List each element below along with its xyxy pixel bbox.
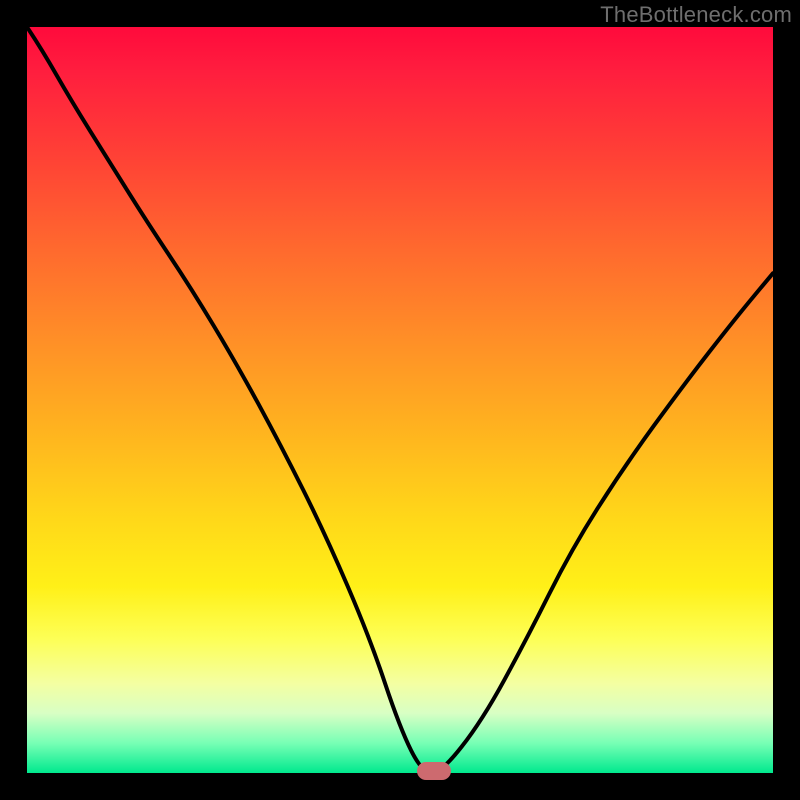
watermark-text: TheBottleneck.com: [600, 2, 792, 28]
chart-frame: TheBottleneck.com: [0, 0, 800, 800]
optimum-marker: [417, 762, 451, 780]
plot-area: [27, 27, 773, 773]
curve-svg: [27, 27, 773, 773]
bottleneck-curve: [27, 27, 773, 773]
